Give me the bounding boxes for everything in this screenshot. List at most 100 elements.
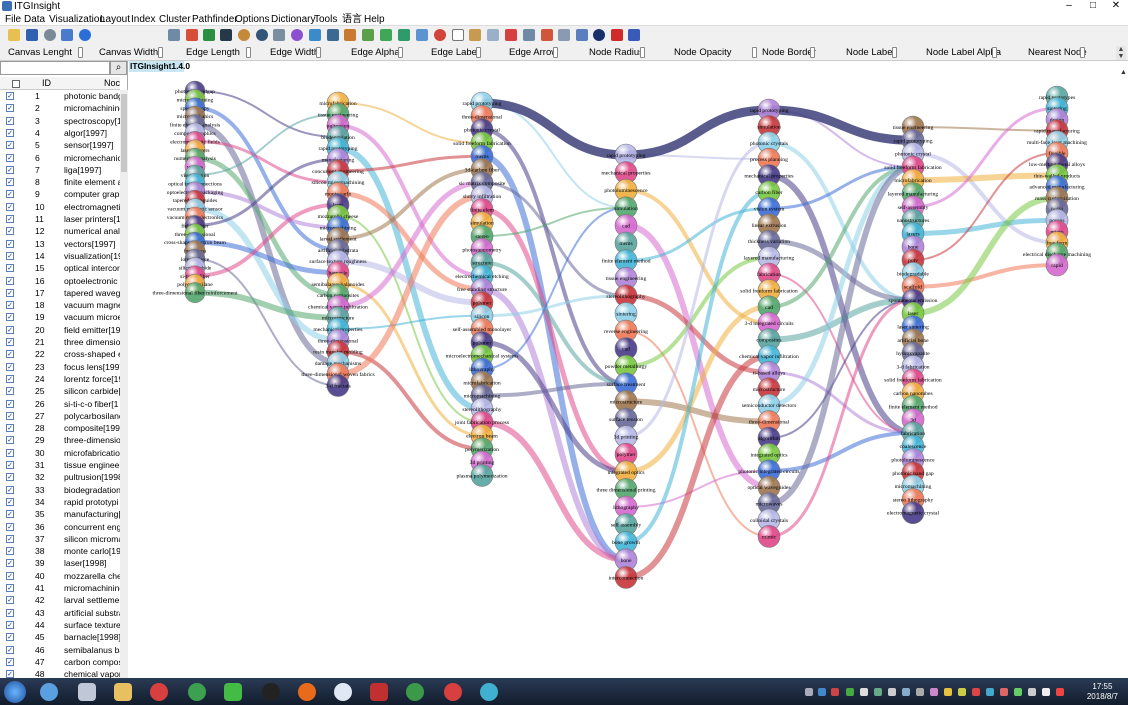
row-checkbox[interactable]: ✓ — [6, 165, 14, 174]
row-checkbox[interactable]: ✓ — [6, 227, 14, 236]
tray-icon[interactable] — [846, 688, 854, 696]
qq-icon[interactable] — [262, 683, 280, 701]
cluster-layout-icon[interactable] — [256, 29, 268, 41]
canvas-scroll-up-arrow[interactable]: ▲ — [1120, 69, 1127, 77]
row-checkbox[interactable]: ✓ — [6, 633, 14, 642]
taskbar-app-icon[interactable] — [78, 683, 96, 701]
tray-icon[interactable] — [930, 688, 938, 696]
visualization-canvas[interactable]: photonic bandgapmicromachiningspectrosco… — [129, 61, 1128, 678]
row-checkbox[interactable]: ✓ — [6, 473, 14, 482]
row-checkbox[interactable]: ✓ — [6, 485, 14, 494]
select-all-checkbox[interactable] — [12, 80, 20, 88]
row-checkbox[interactable]: ✓ — [6, 559, 14, 568]
list-icon[interactable] — [558, 29, 570, 41]
menu-dictionary[interactable]: Dictionary — [271, 13, 315, 26]
table-row[interactable]: ✓ 37 silicon microma — [0, 533, 120, 545]
tray-icon[interactable] — [902, 688, 910, 696]
table-row[interactable]: ✓ 1 photonic bandg — [0, 90, 120, 102]
menu-pathfinder[interactable]: Pathfinder — [192, 13, 238, 26]
menu-language[interactable]: 语言 — [342, 13, 362, 26]
row-checkbox[interactable]: ✓ — [6, 264, 14, 273]
row-checkbox[interactable]: ✓ — [6, 239, 14, 248]
table-row[interactable]: ✓ 30 microfabricatio — [0, 447, 120, 459]
table-row[interactable]: ✓ 45 barnacle[1998] — [0, 631, 120, 643]
row-checkbox[interactable]: ✓ — [6, 301, 14, 310]
row-checkbox[interactable]: ✓ — [6, 104, 14, 113]
row-checkbox[interactable]: ✓ — [6, 448, 14, 457]
row-checkbox[interactable]: ✓ — [6, 288, 14, 297]
canvas-width-slider[interactable] — [158, 47, 163, 58]
menu-tools[interactable]: Tools — [314, 13, 337, 26]
tray-icon[interactable] — [888, 688, 896, 696]
square-node-icon[interactable] — [203, 29, 215, 41]
node-opacity-slider[interactable] — [752, 47, 757, 58]
table-row[interactable]: ✓ 39 laser[1998] — [0, 557, 120, 569]
row-checkbox[interactable]: ✓ — [6, 362, 14, 371]
row-checkbox[interactable]: ✓ — [6, 670, 14, 678]
column-header-node[interactable]: Noc — [104, 77, 120, 90]
row-checkbox[interactable]: ✓ — [6, 461, 14, 469]
pie-icon[interactable] — [434, 29, 446, 41]
table-row[interactable]: ✓ 12 numerical analy — [0, 225, 120, 237]
text-icon[interactable] — [452, 29, 464, 41]
chrome-icon[interactable] — [188, 683, 206, 701]
row-checkbox[interactable]: ✓ — [6, 645, 14, 654]
row-checkbox[interactable]: ✓ — [6, 313, 14, 322]
row-checkbox[interactable]: ✓ — [6, 128, 14, 137]
open-icon[interactable] — [8, 29, 20, 41]
row-checkbox[interactable]: ✓ — [6, 374, 14, 383]
row-checkbox[interactable]: ✓ — [6, 215, 14, 223]
row-checkbox[interactable]: ✓ — [6, 399, 14, 408]
topic-node[interactable]: mimic — [757, 525, 781, 548]
node-label-slider[interactable] — [892, 47, 897, 58]
menu-data[interactable]: Data — [24, 13, 45, 26]
table-row[interactable]: ✓ 24 lorentz force[19 — [0, 373, 120, 385]
marker-icon[interactable] — [611, 29, 623, 41]
table-row[interactable]: ✓ 13 vectors[1997] — [0, 238, 120, 250]
edge-alpha-slider[interactable] — [398, 47, 403, 58]
table-row[interactable]: ✓ 42 larval settlemer — [0, 594, 120, 606]
column-header-id[interactable]: ID — [42, 77, 51, 90]
matrix-icon[interactable] — [273, 29, 285, 41]
row-checkbox[interactable]: ✓ — [6, 596, 14, 605]
pause-icon[interactable] — [79, 29, 91, 41]
toolbar-scroll-arrows[interactable]: ▲ ▼ — [1116, 46, 1126, 60]
search-button[interactable]: ⌕ — [110, 61, 127, 75]
row-checkbox[interactable]: ✓ — [6, 510, 14, 519]
table-row[interactable]: ✓ 43 artificial substra — [0, 607, 120, 619]
timeline-icon[interactable] — [505, 29, 517, 41]
table-row[interactable]: ✓ 33 biodegradation — [0, 484, 120, 496]
path-icon[interactable] — [344, 29, 356, 41]
chart-icon[interactable] — [469, 29, 481, 41]
tray-icon[interactable] — [831, 688, 839, 696]
table-row[interactable]: ✓ 8 finite element a — [0, 176, 120, 188]
table-row[interactable]: ✓ 15 optical intercor — [0, 262, 120, 274]
menu-file[interactable]: File — [5, 13, 21, 26]
table-row[interactable]: ✓ 34 rapid prototypi — [0, 496, 120, 508]
table-row[interactable]: ✓ 10 electromagneti — [0, 201, 120, 213]
taskbar-app-icon[interactable] — [480, 683, 498, 701]
row-checkbox[interactable]: ✓ — [6, 178, 14, 187]
row-checkbox[interactable]: ✓ — [6, 141, 14, 150]
row-checkbox[interactable]: ✓ — [6, 497, 14, 506]
row-checkbox[interactable]: ✓ — [6, 190, 14, 199]
row-checkbox[interactable]: ✓ — [6, 276, 14, 285]
table-row[interactable]: ✓ 25 silicon carbide[ — [0, 385, 120, 397]
taskbar-app-icon[interactable] — [40, 683, 58, 701]
table-row[interactable]: ✓ 26 si-ti-c-o fiber[1 — [0, 398, 120, 410]
node-label-alpha-slider[interactable] — [992, 47, 997, 58]
search-input[interactable] — [0, 61, 110, 75]
table-row[interactable]: ✓ 41 micromachining — [0, 582, 120, 594]
table-row[interactable]: ✓ 6 micromechanic — [0, 152, 120, 164]
row-checkbox[interactable]: ✓ — [6, 411, 14, 420]
tray-icon[interactable] — [916, 688, 924, 696]
taskbar-app-icon[interactable] — [370, 683, 388, 701]
zoom-icon[interactable] — [168, 29, 180, 41]
tray-icon[interactable] — [818, 688, 826, 696]
table-row[interactable]: ✓ 31 tissue engineer — [0, 459, 120, 471]
line-icon[interactable] — [487, 29, 499, 41]
menu-options[interactable]: Options — [235, 13, 269, 26]
export-icon[interactable] — [61, 29, 73, 41]
circle-node-icon[interactable] — [220, 29, 232, 41]
tray-icon[interactable] — [1000, 688, 1008, 696]
